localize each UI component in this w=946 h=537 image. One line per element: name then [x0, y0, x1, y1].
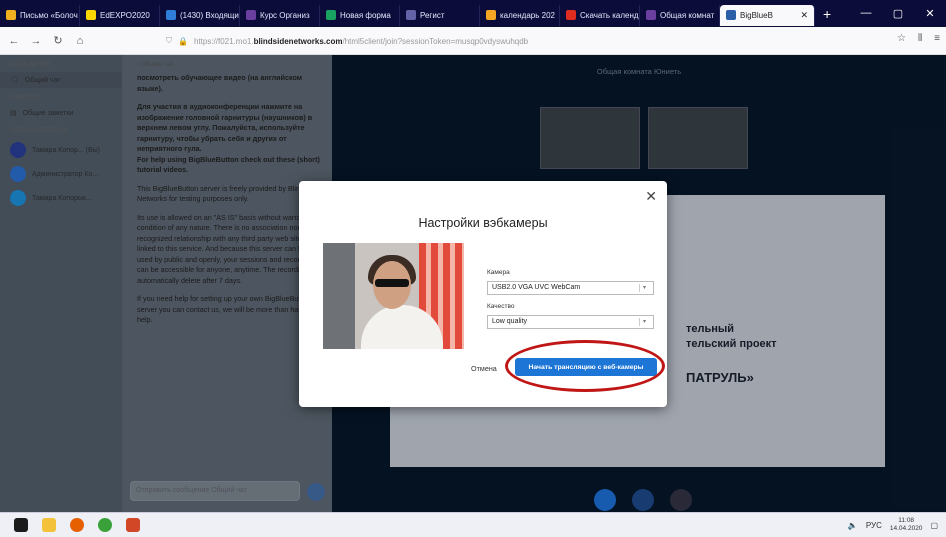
- tab-label: (1430) Входящи: [180, 10, 239, 20]
- tab-label: Скачать календ: [580, 10, 639, 20]
- browser-tab[interactable]: Общая комнат: [640, 4, 720, 26]
- new-tab-button[interactable]: +: [815, 6, 839, 22]
- tab-label: Письмо «Болоч: [20, 10, 78, 20]
- browser-tab[interactable]: Скачать календ: [560, 4, 640, 26]
- browser-tab[interactable]: (1430) Входящи: [160, 4, 240, 26]
- volume-icon[interactable]: 🔈: [848, 521, 858, 530]
- menu-icon[interactable]: ≡: [934, 33, 940, 44]
- favicon-icon: [246, 10, 256, 20]
- window-controls: — ▢ ✕: [850, 7, 946, 20]
- favicon-icon: [406, 10, 416, 20]
- browser-tab[interactable]: Регист: [400, 4, 480, 26]
- taskbar: 🔈 РУС 11:08 14.04.2020 ▢: [0, 512, 946, 537]
- forward-icon[interactable]: →: [28, 35, 44, 47]
- tab-label: календарь 202: [500, 10, 555, 20]
- favicon-icon: [646, 10, 656, 20]
- notifications-icon[interactable]: ▢: [930, 521, 938, 530]
- browser-tab[interactable]: EdEXPO2020: [80, 4, 160, 26]
- cancel-button[interactable]: Отмена: [471, 364, 497, 373]
- browser-tab[interactable]: Курс Организ: [240, 4, 320, 26]
- lock-icon: 🔒: [178, 36, 188, 46]
- webcam-preview: [323, 243, 464, 349]
- close-window-button[interactable]: ✕: [914, 7, 946, 20]
- tab-label: Регист: [420, 10, 445, 20]
- address-bar[interactable]: ⛉ 🔒 https://f021.mo1.blindsidenetworks.c…: [160, 31, 780, 51]
- app-icon[interactable]: [98, 518, 112, 532]
- tab-label: EdEXPO2020: [100, 10, 150, 20]
- browser-tab[interactable]: Письмо «Болоч: [0, 4, 80, 26]
- favicon-icon: [86, 10, 96, 20]
- bookmark-star-icon[interactable]: ☆: [897, 33, 906, 44]
- library-icon[interactable]: ⫴: [918, 33, 922, 44]
- firefox-icon[interactable]: [70, 518, 84, 532]
- highlight-circle: [505, 340, 665, 392]
- maximize-button[interactable]: ▢: [882, 7, 914, 20]
- camera-label: Камера: [487, 269, 510, 276]
- navigation-bar: ← → ↻ ⌂ ⛉ 🔒 https://f021.mo1.blindsidene…: [0, 27, 946, 55]
- home-icon[interactable]: ⌂: [72, 35, 88, 47]
- tab-label: BigBlueB: [740, 10, 773, 20]
- system-tray: 🔈 РУС 11:08 14.04.2020 ▢: [848, 517, 946, 533]
- favicon-icon: [326, 10, 336, 20]
- camera-select[interactable]: USB2.0 VGA UVC WebCam ▾: [487, 281, 654, 295]
- file-explorer-icon[interactable]: [42, 518, 56, 532]
- chevron-down-icon: ▾: [639, 318, 649, 326]
- tab-label: Курс Организ: [260, 10, 310, 20]
- close-tab-icon[interactable]: ✕: [800, 10, 808, 21]
- clock[interactable]: 11:08 14.04.2020: [890, 517, 923, 533]
- tab-label: Общая комнат: [660, 10, 715, 20]
- browser-tabbar: Письмо «Болоч EdEXPO2020 (1430) Входящи Кур…: [0, 0, 946, 27]
- shield-icon: ⛉: [166, 36, 172, 45]
- quality-label: Качество: [487, 303, 515, 310]
- browser-tab[interactable]: календарь 202: [480, 4, 560, 26]
- favicon-icon: [166, 10, 176, 20]
- back-icon[interactable]: ←: [6, 35, 22, 47]
- minimize-button[interactable]: —: [850, 7, 882, 20]
- browser-tab[interactable]: Новая форма: [320, 4, 400, 26]
- quality-select[interactable]: Low quality ▾: [487, 315, 654, 329]
- favicon-icon: [566, 10, 576, 20]
- modal-title: Настройки вэбкамеры: [418, 216, 548, 230]
- close-icon[interactable]: ✕: [645, 188, 657, 205]
- chevron-down-icon: ▾: [639, 284, 649, 292]
- tab-label: Новая форма: [340, 10, 391, 20]
- powerpoint-icon[interactable]: [126, 518, 140, 532]
- windows-start-icon[interactable]: [14, 518, 28, 532]
- favicon-icon: [486, 10, 496, 20]
- favicon-icon: [6, 10, 16, 20]
- browser-tab[interactable]: BigBlueB ✕: [720, 4, 815, 26]
- favicon-icon: [726, 10, 736, 20]
- reload-icon[interactable]: ↻: [50, 34, 66, 47]
- language-indicator[interactable]: РУС: [866, 521, 882, 530]
